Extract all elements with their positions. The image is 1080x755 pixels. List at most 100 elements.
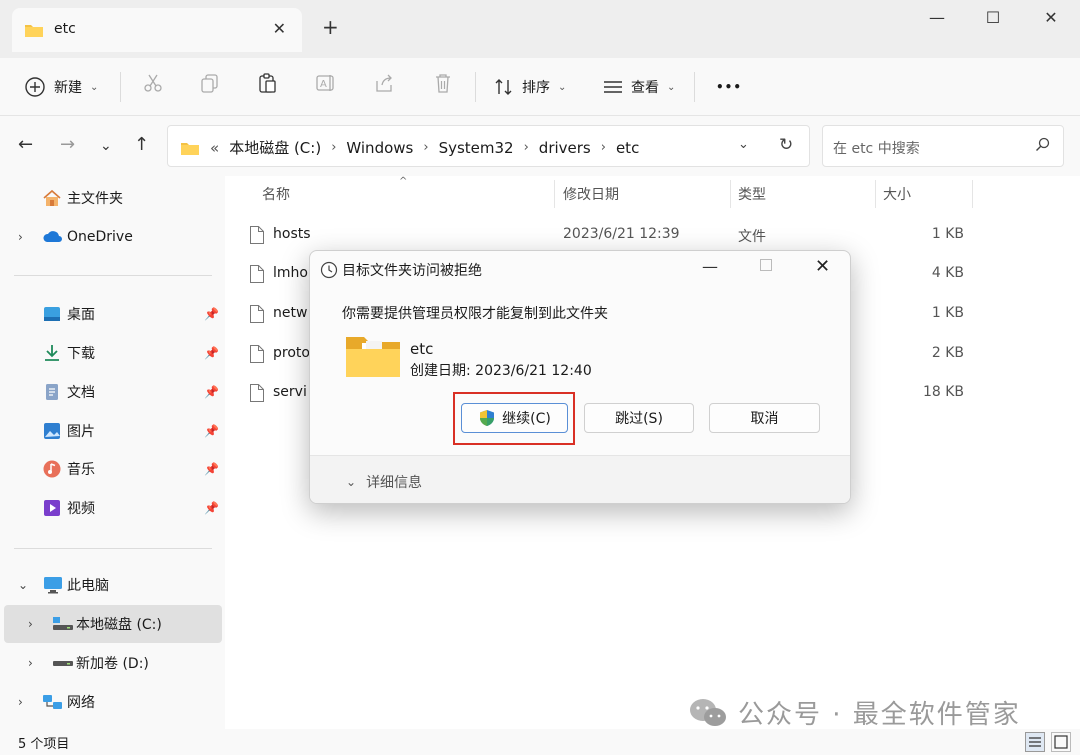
- tab-etc[interactable]: etc ✕: [12, 8, 302, 52]
- cut-icon[interactable]: [142, 72, 164, 94]
- column-header-modified[interactable]: 修改日期: [563, 184, 619, 204]
- address-bar[interactable]: « 本地磁盘 (C:) › Windows › System32 › drive…: [167, 125, 810, 167]
- sidebar-item-label: 桌面: [67, 307, 95, 323]
- sort-button[interactable]: 排序 ⌄: [494, 70, 566, 104]
- sidebar-item-music[interactable]: 音乐 📌: [0, 450, 222, 488]
- recent-locations-chevron-icon[interactable]: ⌄: [100, 138, 112, 154]
- file-icon: [249, 344, 265, 368]
- pin-icon[interactable]: 📌: [204, 307, 219, 321]
- uac-shield-icon: [480, 410, 495, 426]
- item-count: 5 个项目: [18, 737, 70, 752]
- chevron-right-icon[interactable]: ›: [601, 140, 606, 155]
- home-icon: [42, 188, 62, 208]
- refresh-icon[interactable]: ↻: [779, 135, 793, 155]
- column-divider[interactable]: [875, 180, 876, 208]
- close-window-button[interactable]: ✕: [1036, 8, 1066, 32]
- column-divider[interactable]: [972, 180, 973, 208]
- crumb-drivers[interactable]: drivers: [539, 139, 591, 157]
- chevron-right-icon[interactable]: ›: [331, 140, 336, 155]
- maximize-button[interactable]: ☐: [978, 8, 1008, 32]
- crumb-drive-c[interactable]: 本地磁盘 (C:): [229, 137, 321, 158]
- sidebar-item-this-pc[interactable]: ⌄ 此电脑: [0, 566, 222, 604]
- sidebar-item-downloads[interactable]: 下载 📌: [0, 334, 222, 372]
- details-view-icon[interactable]: [1025, 732, 1045, 752]
- details-toggle[interactable]: ⌄ 详细信息: [346, 472, 422, 492]
- sidebar-item-home[interactable]: 主文件夹: [0, 179, 222, 217]
- sidebar-item-label: 本地磁盘 (C:): [76, 617, 162, 633]
- column-header-type[interactable]: 类型: [738, 184, 766, 204]
- skip-button[interactable]: 跳过(S): [584, 403, 694, 433]
- pin-icon[interactable]: 📌: [204, 501, 219, 515]
- crumb-etc[interactable]: etc: [616, 139, 639, 157]
- pin-icon[interactable]: 📌: [204, 462, 219, 476]
- chevron-right-icon[interactable]: ›: [18, 230, 23, 244]
- share-icon[interactable]: [373, 72, 395, 94]
- file-size: 18 KB: [922, 384, 964, 400]
- new-tab-button[interactable]: +: [322, 17, 339, 37]
- chevron-right-icon[interactable]: ›: [28, 617, 33, 631]
- chevron-right-icon[interactable]: ›: [423, 140, 428, 155]
- sidebar-item-documents[interactable]: 文档 📌: [0, 373, 222, 411]
- search-icon[interactable]: [1035, 137, 1051, 157]
- new-label: 新建: [54, 80, 82, 96]
- chevron-down-icon: ⌄: [558, 81, 567, 93]
- sidebar-item-drive-d[interactable]: › 新加卷 (D:): [0, 644, 222, 682]
- column-divider[interactable]: [554, 180, 555, 208]
- delete-icon[interactable]: [432, 72, 454, 94]
- clock-icon: [320, 261, 338, 283]
- sidebar-item-pictures[interactable]: 图片 📌: [0, 412, 222, 450]
- watermark-text: 公众号 · 最全软件管家: [738, 700, 1021, 730]
- up-arrow-icon[interactable]: ↑: [134, 134, 149, 155]
- rename-icon[interactable]: A: [315, 72, 337, 94]
- pin-icon[interactable]: 📌: [204, 385, 219, 399]
- crumb-system32[interactable]: System32: [439, 139, 514, 157]
- column-header-size[interactable]: 大小: [883, 184, 911, 204]
- pin-icon[interactable]: 📌: [204, 346, 219, 360]
- overflow-chevron-icon[interactable]: «: [210, 139, 219, 157]
- dialog-minimize-button[interactable]: —: [702, 257, 718, 276]
- sidebar-item-drive-c[interactable]: › 本地磁盘 (C:): [4, 605, 222, 643]
- view-button[interactable]: 查看 ⌄: [603, 70, 675, 104]
- continue-button[interactable]: 继续(C): [461, 403, 568, 433]
- tab-close-icon[interactable]: ✕: [273, 19, 286, 38]
- crumb-windows[interactable]: Windows: [346, 139, 413, 157]
- drive-icon: [52, 653, 73, 673]
- file-name: hosts: [273, 226, 311, 242]
- address-history-chevron-icon[interactable]: ⌄: [738, 137, 749, 152]
- chevron-right-icon[interactable]: ›: [28, 656, 33, 670]
- status-bar: 5 个项目: [0, 729, 1080, 755]
- sidebar-item-label: OneDrive: [67, 229, 133, 245]
- file-icon: [249, 304, 265, 328]
- copy-icon[interactable]: [199, 72, 221, 94]
- forward-arrow-icon[interactable]: →: [60, 134, 75, 155]
- folder-icon: [24, 22, 44, 42]
- new-button[interactable]: 新建 ⌄: [24, 70, 98, 104]
- sort-label: 排序: [522, 80, 550, 96]
- chevron-down-icon[interactable]: ⌄: [18, 578, 28, 592]
- minimize-button[interactable]: —: [922, 8, 952, 32]
- back-arrow-icon[interactable]: ←: [18, 134, 33, 155]
- sidebar-item-network[interactable]: › 网络: [0, 683, 222, 721]
- pin-icon[interactable]: 📌: [204, 424, 219, 438]
- more-options-button[interactable]: •••: [716, 70, 742, 104]
- chevron-right-icon[interactable]: ›: [18, 695, 23, 709]
- chevron-right-icon[interactable]: ›: [524, 140, 529, 155]
- divider: [14, 548, 212, 549]
- file-icon: [249, 225, 265, 249]
- folder-name: etc: [410, 340, 434, 358]
- column-header-name[interactable]: 名称: [262, 184, 290, 204]
- sidebar-item-onedrive[interactable]: › OneDrive: [0, 218, 222, 256]
- tab-title: etc: [54, 21, 76, 37]
- dialog-title: 目标文件夹访问被拒绝: [342, 263, 482, 279]
- sidebar-item-desktop[interactable]: 桌面 📌: [0, 295, 222, 333]
- cancel-button[interactable]: 取消: [709, 403, 820, 433]
- sidebar-item-videos[interactable]: 视频 📌: [0, 489, 222, 527]
- computer-icon: [42, 575, 62, 595]
- search-input[interactable]: 在 etc 中搜索: [822, 125, 1064, 167]
- file-size: 4 KB: [931, 265, 964, 281]
- folder-icon: [344, 333, 402, 383]
- large-icons-view-icon[interactable]: [1051, 732, 1071, 752]
- column-divider[interactable]: [730, 180, 731, 208]
- paste-icon[interactable]: [257, 72, 279, 94]
- dialog-close-button[interactable]: ✕: [815, 256, 830, 277]
